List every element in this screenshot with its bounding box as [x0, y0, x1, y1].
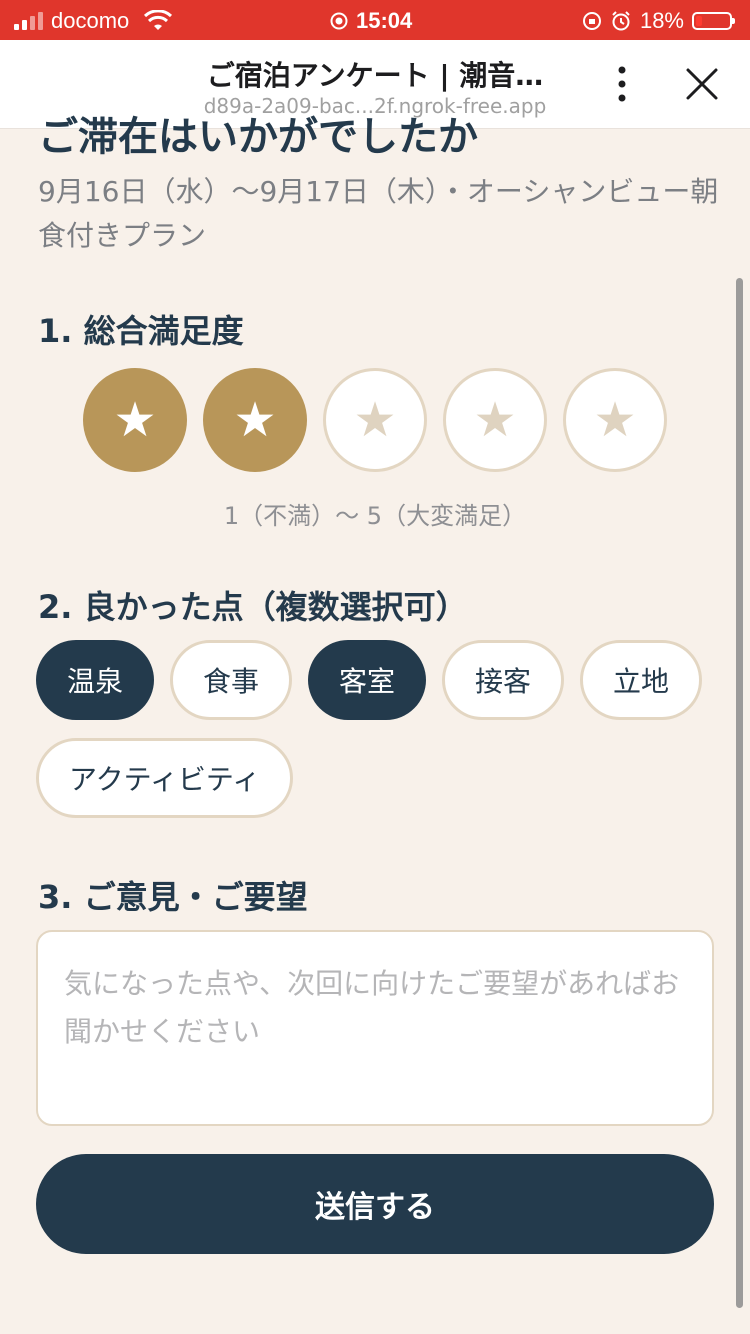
orientation-lock-icon [582, 12, 601, 30]
star-1-button[interactable]: ★ [83, 368, 187, 472]
q1-title: 1. 総合満足度 [38, 312, 244, 350]
star-rating: ★ ★ ★ ★ ★ [83, 368, 667, 472]
option-chip[interactable]: 温泉 [36, 640, 154, 720]
recording-icon [330, 12, 348, 30]
comment-placeholder: 気になった点や、次回に向けたご要望があればお聞かせください [64, 967, 680, 1048]
battery-icon [692, 12, 735, 30]
star-icon: ★ [593, 392, 637, 448]
wifi-icon [144, 10, 173, 30]
star-icon: ★ [233, 392, 277, 448]
option-chip[interactable]: 食事 [170, 640, 293, 720]
alarm-icon [612, 11, 630, 31]
status-center: 15:04 [330, 8, 412, 34]
clock-time: 15:04 [356, 8, 413, 33]
good-points-options: 温泉 食事 客室 接客 立地アクティビティ [36, 640, 726, 818]
close-icon[interactable] [682, 64, 722, 104]
option-chip[interactable]: アクティビティ [36, 738, 294, 818]
comment-textarea[interactable]: 気になった点や、次回に向けたご要望があればお聞かせください [36, 930, 714, 1126]
q2-title: 2. 良かった点（複数選択可） [38, 588, 468, 626]
status-right: 18% [582, 8, 735, 34]
status-bar: docomo 15:04 18% [0, 0, 750, 40]
option-chip[interactable]: 客室 [308, 640, 427, 720]
page-heading: ご滞在はいかがでしたか [38, 114, 478, 160]
submit-button[interactable]: 送信する [36, 1154, 714, 1254]
status-left: docomo [14, 8, 173, 34]
signal-icon [14, 12, 43, 30]
star-5-button[interactable]: ★ [563, 368, 667, 472]
more-options-icon[interactable] [606, 62, 638, 106]
option-chip[interactable]: 立地 [580, 640, 703, 720]
star-2-button[interactable]: ★ [203, 368, 307, 472]
star-4-button[interactable]: ★ [443, 368, 547, 472]
carrier-label: docomo [51, 8, 130, 33]
battery-percent: 18% [639, 8, 684, 33]
q3-title: 3. ご意見・ご要望 [38, 878, 308, 916]
star-icon: ★ [473, 392, 517, 448]
star-3-button[interactable]: ★ [323, 368, 427, 472]
star-icon: ★ [113, 392, 157, 448]
browser-page-title: ご宿泊アンケート | 潮音… [206, 59, 544, 92]
stay-info: 9月16日（水）〜9月17日（木）・オーシャンビュー朝食付きプラン [38, 175, 719, 252]
scrollbar[interactable] [736, 278, 743, 1308]
option-chip[interactable]: 接客 [442, 640, 565, 720]
star-icon: ★ [353, 392, 397, 448]
rating-scale-note: 1（不満）〜 5（大変満足） [223, 502, 527, 530]
